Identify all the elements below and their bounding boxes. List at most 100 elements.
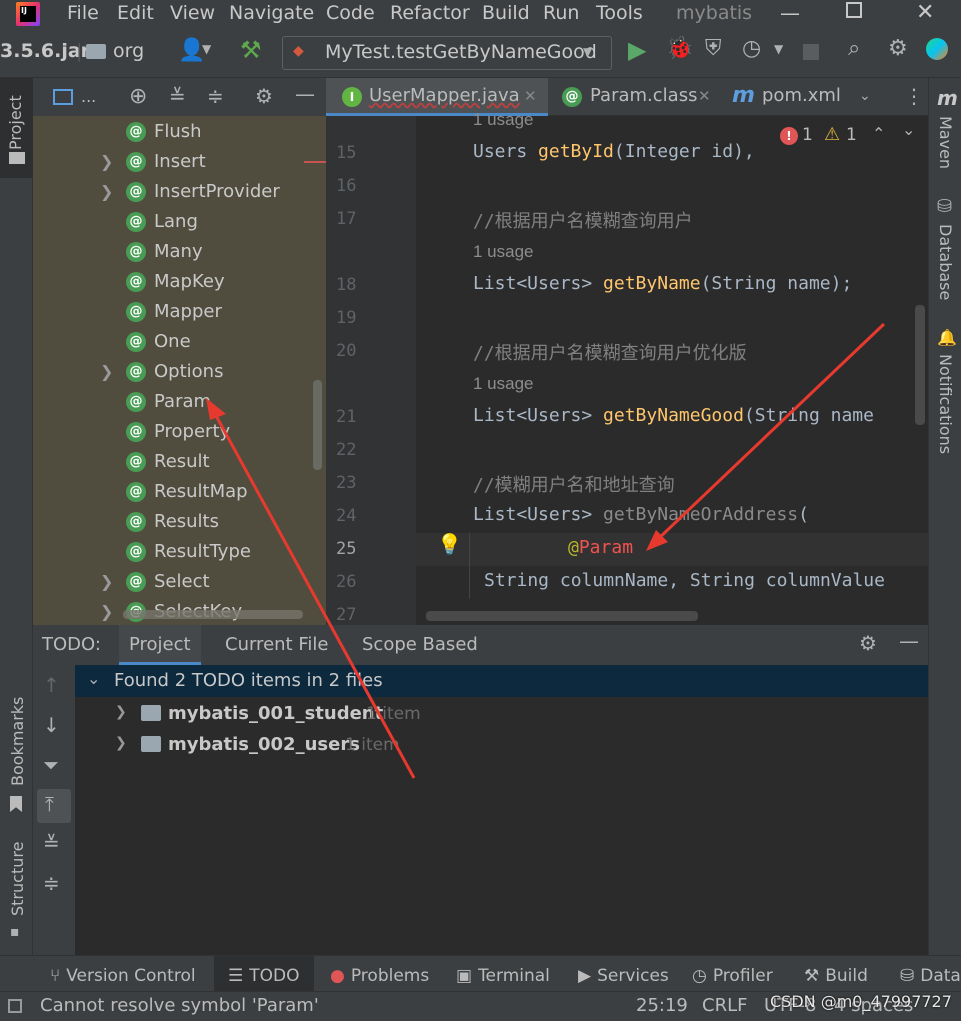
close-window-button[interactable]: ✕: [916, 0, 934, 30]
horizontal-scrollbar[interactable]: [123, 610, 303, 619]
tree-item[interactable]: @ One: [126, 327, 191, 357]
autoscroll-toggle[interactable]: ⤒: [37, 789, 71, 823]
inspection-widget[interactable]: ! 1 ⚠ 1 ⌃ ⌄: [776, 120, 926, 148]
tree-item[interactable]: @ Mapper: [126, 297, 222, 327]
structure-tool-label[interactable]: Structure: [8, 842, 27, 916]
todo-file-row[interactable]: ❯ mybatis_002_users 1 item: [75, 729, 928, 760]
stop-icon[interactable]: [803, 44, 819, 60]
breadcrumb-package[interactable]: org: [113, 40, 144, 62]
project-tool-tab[interactable]: Project: [0, 78, 33, 178]
gear-icon[interactable]: ⚙: [255, 84, 273, 108]
locate-icon[interactable]: ⊕: [129, 84, 147, 109]
gear-icon[interactable]: ⚙: [888, 36, 908, 61]
tree-item[interactable]: @ Many: [126, 237, 203, 267]
minimize-button[interactable]: —: [780, 0, 800, 30]
expand-all-icon[interactable]: ≚: [43, 831, 60, 855]
tab-todo-project[interactable]: Project: [119, 625, 201, 665]
tab-todo-current-file[interactable]: Current File: [225, 634, 328, 655]
tool-profiler[interactable]: ◷ Profiler: [692, 956, 773, 992]
arrow-up-icon[interactable]: ↑: [43, 673, 60, 697]
todo-file-row[interactable]: ❯ mybatis_001_student 1 item: [75, 698, 928, 729]
tree-item[interactable]: @ Property: [126, 417, 230, 447]
chevron-right-icon[interactable]: ❯: [115, 704, 127, 720]
menu-code[interactable]: Code: [326, 0, 375, 30]
hide-panel-icon[interactable]: —: [295, 82, 315, 106]
search-icon[interactable]: ⌕: [848, 36, 860, 61]
maven-tool-label[interactable]: Maven: [936, 116, 955, 169]
usage-hint[interactable]: 1 usage: [473, 242, 534, 262]
error-bulb-icon[interactable]: 💡: [437, 532, 462, 556]
tree-item[interactable]: @ ResultType: [126, 537, 251, 567]
menu-navigate[interactable]: Navigate: [229, 0, 314, 30]
chevron-down-icon[interactable]: ▼: [202, 42, 211, 56]
menu-file[interactable]: File: [67, 0, 99, 30]
tool-database-changes[interactable]: ⛁ Data: [900, 956, 961, 992]
bookmarks-tool-label[interactable]: Bookmarks: [8, 697, 27, 786]
tab-todo-scope-based[interactable]: Scope Based: [362, 634, 478, 655]
chevron-right-icon[interactable]: ❯: [115, 735, 127, 751]
filter-icon[interactable]: ⏷: [43, 753, 59, 777]
usage-hint[interactable]: 1 usage: [473, 110, 534, 130]
caret-position[interactable]: 25:19: [636, 995, 688, 1016]
tool-services[interactable]: ▶ Services: [578, 956, 669, 992]
coverage-icon[interactable]: ⛨: [705, 36, 722, 61]
tree-item[interactable]: ❯ @ Select: [100, 567, 210, 597]
todo-summary-row[interactable]: ⌄ Found 2 TODO items in 2 files: [75, 665, 928, 697]
chevron-right-icon[interactable]: ❯: [100, 177, 113, 207]
chevron-right-icon[interactable]: ❯: [100, 147, 113, 177]
build-hammer-icon[interactable]: ⚒: [240, 36, 262, 64]
menu-build[interactable]: Build: [482, 0, 530, 30]
close-tab-icon[interactable]: ✕: [524, 78, 537, 114]
tree-item[interactable]: @ Flush: [126, 117, 202, 147]
plugin-logo-icon[interactable]: [926, 38, 948, 60]
tool-problems[interactable]: ● Problems: [330, 956, 429, 992]
editor-horizontal-scrollbar[interactable]: [426, 611, 698, 621]
database-tool-label[interactable]: Database: [936, 224, 955, 300]
tool-todo[interactable]: ☰ TODO: [214, 956, 314, 992]
notifications-tool-label[interactable]: Notifications: [936, 354, 955, 454]
tool-build[interactable]: ⚒ Build: [804, 956, 868, 992]
gear-icon[interactable]: ⚙: [859, 631, 877, 655]
tree-item[interactable]: ❯ @ InsertProvider: [100, 177, 280, 207]
editor-vertical-scrollbar[interactable]: [915, 305, 925, 425]
menu-edit[interactable]: Edit: [117, 0, 154, 30]
status-square-icon[interactable]: [8, 999, 22, 1013]
tree-item[interactable]: @ Lang: [126, 207, 198, 237]
menu-refactor[interactable]: Refactor: [390, 0, 470, 30]
chevron-right-icon[interactable]: ❯: [100, 597, 113, 625]
tree-item[interactable]: @ ResultMap: [126, 477, 248, 507]
vertical-scrollbar[interactable]: [313, 380, 322, 470]
tool-version-control[interactable]: ⑂ Version Control: [50, 956, 196, 992]
tab-pom-xml[interactable]: m pom.xml: [720, 78, 852, 116]
tree-item[interactable]: @ Results: [126, 507, 219, 537]
maximize-button[interactable]: [846, 2, 862, 18]
chevron-up-icon[interactable]: ⌃: [872, 124, 885, 143]
arrow-down-icon[interactable]: ↓: [43, 713, 60, 737]
collapse-all-icon[interactable]: ≑: [43, 871, 60, 895]
menu-tools[interactable]: Tools: [596, 0, 643, 30]
menu-view[interactable]: View: [170, 0, 215, 30]
tab-param-class[interactable]: @ Param.class ✕: [548, 78, 720, 116]
expand-all-icon[interactable]: ≚: [169, 84, 186, 108]
line-separator[interactable]: CRLF: [702, 995, 747, 1016]
more-options-icon[interactable]: ⋮: [904, 84, 924, 108]
chevron-down-icon[interactable]: ⌄: [902, 120, 915, 139]
collapse-all-icon[interactable]: ≑: [207, 84, 224, 108]
tree-item[interactable]: ❯ @ Insert: [100, 147, 206, 177]
chevron-right-icon[interactable]: ❯: [100, 357, 113, 387]
tool-terminal[interactable]: ▣ Terminal: [456, 956, 550, 992]
debug-icon[interactable]: 🐞: [666, 36, 693, 61]
hide-panel-icon[interactable]: —: [899, 629, 919, 653]
panel-title-dots[interactable]: ...: [81, 87, 96, 106]
usage-hint[interactable]: 1 usage: [473, 374, 534, 394]
tree-item[interactable]: @ Result: [126, 447, 210, 477]
tree-item-param[interactable]: @ Param: [126, 387, 211, 417]
chevron-down-icon[interactable]: ▼: [774, 42, 783, 56]
chevron-down-icon[interactable]: ⌄: [87, 669, 100, 688]
menu-run[interactable]: Run: [543, 0, 579, 30]
chevron-right-icon[interactable]: ❯: [100, 567, 113, 597]
run-icon[interactable]: ▶: [628, 36, 646, 64]
profile-icon[interactable]: ◷: [742, 36, 761, 61]
close-tab-icon[interactable]: ✕: [698, 78, 711, 114]
run-config-select[interactable]: ◆ MyTest.testGetByNameGood ▼: [282, 36, 612, 70]
